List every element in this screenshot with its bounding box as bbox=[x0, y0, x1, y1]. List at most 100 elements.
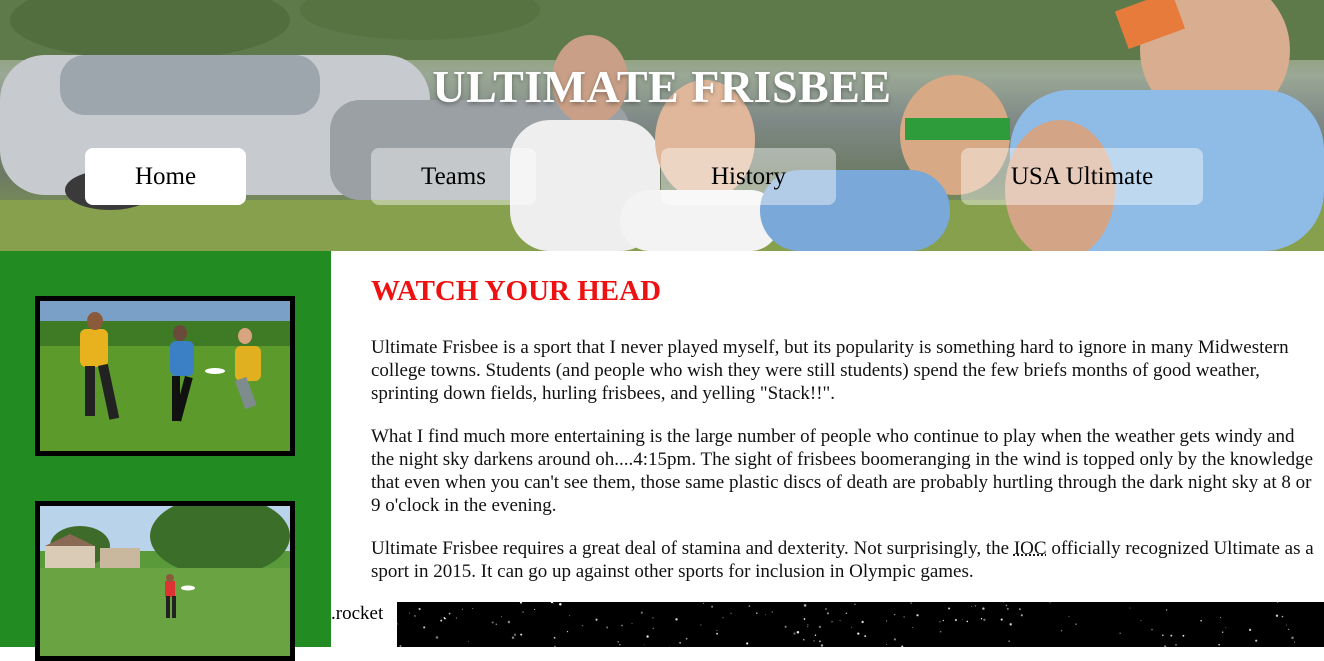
star-dot bbox=[444, 617, 445, 618]
star-dot bbox=[730, 613, 731, 614]
star-dot bbox=[520, 634, 522, 636]
star-dot bbox=[955, 619, 957, 621]
star-dot bbox=[825, 608, 827, 610]
star-dot bbox=[414, 615, 416, 617]
star-dot bbox=[981, 618, 982, 619]
star-dot bbox=[1249, 629, 1251, 631]
star-dot bbox=[1050, 602, 1051, 603]
star-dot bbox=[606, 627, 608, 629]
star-dot bbox=[819, 626, 821, 628]
article-headline: WATCH YOUR HEAD bbox=[371, 275, 661, 308]
star-dot bbox=[1170, 635, 1172, 637]
star-dot bbox=[559, 603, 562, 606]
star-dot bbox=[534, 609, 535, 610]
star-dot bbox=[522, 611, 524, 613]
star-dot bbox=[1129, 608, 1130, 609]
star-dot bbox=[617, 641, 619, 643]
star-dot bbox=[1277, 602, 1278, 603]
star-dot bbox=[554, 637, 556, 639]
star-dot bbox=[551, 602, 553, 603]
nav-usa-ultimate-button[interactable]: USA Ultimate bbox=[961, 148, 1203, 205]
star-dot bbox=[940, 621, 941, 622]
star-dot bbox=[1061, 630, 1062, 631]
star-dot bbox=[894, 638, 896, 640]
site-title: ULTIMATE FRISBEE bbox=[0, 60, 1324, 113]
star-dot bbox=[749, 605, 751, 607]
paragraph-1: Ultimate Frisbee is a sport that I never… bbox=[371, 336, 1321, 405]
nav-teams-button[interactable]: Teams bbox=[371, 148, 536, 205]
star-dot bbox=[723, 617, 724, 618]
paragraph-3-text-before: Ultimate Frisbee requires a great deal o… bbox=[371, 538, 1014, 559]
star-dot bbox=[831, 621, 832, 622]
star-dot bbox=[904, 616, 905, 617]
star-dot bbox=[807, 624, 808, 625]
star-dot bbox=[982, 607, 984, 609]
star-dot bbox=[675, 618, 677, 620]
star-dot bbox=[910, 602, 911, 603]
star-dot bbox=[1288, 629, 1289, 630]
star-dot bbox=[793, 632, 795, 634]
star-dot bbox=[772, 611, 774, 613]
star-dot bbox=[462, 609, 463, 610]
star-dot bbox=[440, 620, 442, 622]
star-dot bbox=[496, 624, 498, 626]
star-dot bbox=[864, 635, 866, 637]
hero-background-photo bbox=[0, 0, 1324, 251]
star-dot bbox=[468, 641, 469, 642]
star-dot bbox=[641, 612, 643, 614]
star-dot bbox=[894, 614, 895, 615]
starfield-banner bbox=[397, 602, 1324, 647]
star-dot bbox=[1151, 629, 1153, 631]
star-dot bbox=[797, 631, 800, 634]
star-dot bbox=[815, 635, 816, 636]
star-dot bbox=[804, 604, 807, 607]
star-dot bbox=[716, 633, 718, 635]
sidebar bbox=[0, 251, 331, 647]
star-dot bbox=[1220, 617, 1221, 618]
star-dot bbox=[456, 617, 457, 618]
star-dot bbox=[700, 625, 701, 626]
star-dot bbox=[632, 623, 633, 624]
star-dot bbox=[983, 619, 985, 621]
star-dot bbox=[943, 620, 944, 621]
star-dot bbox=[711, 606, 713, 608]
star-dot bbox=[569, 615, 570, 616]
star-dot bbox=[646, 635, 648, 637]
rocket-label: .rocket bbox=[331, 603, 383, 625]
star-dot bbox=[1006, 605, 1008, 607]
star-dot bbox=[1141, 620, 1142, 621]
nav-home-button[interactable]: Home bbox=[85, 148, 246, 205]
star-dot bbox=[449, 613, 451, 615]
star-dot bbox=[1225, 627, 1226, 628]
star-dot bbox=[1294, 642, 1295, 643]
star-dot bbox=[1255, 640, 1257, 642]
star-dot bbox=[1008, 640, 1009, 641]
star-dot bbox=[423, 626, 425, 628]
star-dot bbox=[1021, 614, 1023, 616]
ioc-abbreviation[interactable]: IOC bbox=[1014, 538, 1047, 559]
star-dot bbox=[703, 603, 704, 604]
star-dot bbox=[501, 616, 502, 617]
star-dot bbox=[1282, 616, 1284, 618]
star-dot bbox=[1291, 637, 1293, 639]
star-dot bbox=[804, 618, 806, 620]
star-dot bbox=[886, 644, 887, 645]
star-dot bbox=[971, 606, 972, 607]
star-dot bbox=[886, 620, 887, 621]
star-dot bbox=[1001, 619, 1003, 621]
star-dot bbox=[756, 613, 757, 614]
sidebar-photo-players bbox=[35, 296, 295, 456]
star-dot bbox=[686, 638, 688, 640]
star-dot bbox=[746, 642, 748, 644]
star-dot bbox=[948, 607, 950, 609]
star-dot bbox=[940, 631, 942, 633]
star-dot bbox=[619, 644, 620, 645]
nav-history-button[interactable]: History bbox=[661, 148, 836, 205]
star-dot bbox=[962, 619, 963, 620]
star-dot bbox=[595, 619, 597, 621]
star-dot bbox=[846, 613, 848, 615]
star-dot bbox=[514, 634, 516, 636]
star-dot bbox=[582, 625, 583, 626]
star-dot bbox=[621, 625, 623, 627]
star-dot bbox=[1286, 625, 1287, 626]
